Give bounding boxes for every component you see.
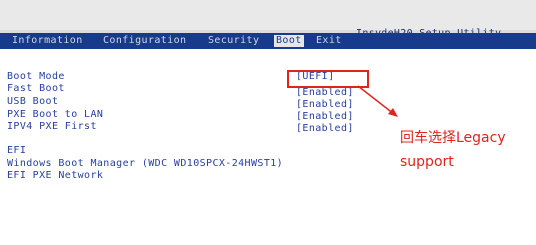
annotation-line2: support <box>400 154 454 170</box>
annotation-line1: 回车选择Legacy <box>400 130 506 146</box>
annotation-arrow-icon <box>357 85 398 117</box>
annotation-text: 回车选择Legacy support <box>400 126 506 174</box>
